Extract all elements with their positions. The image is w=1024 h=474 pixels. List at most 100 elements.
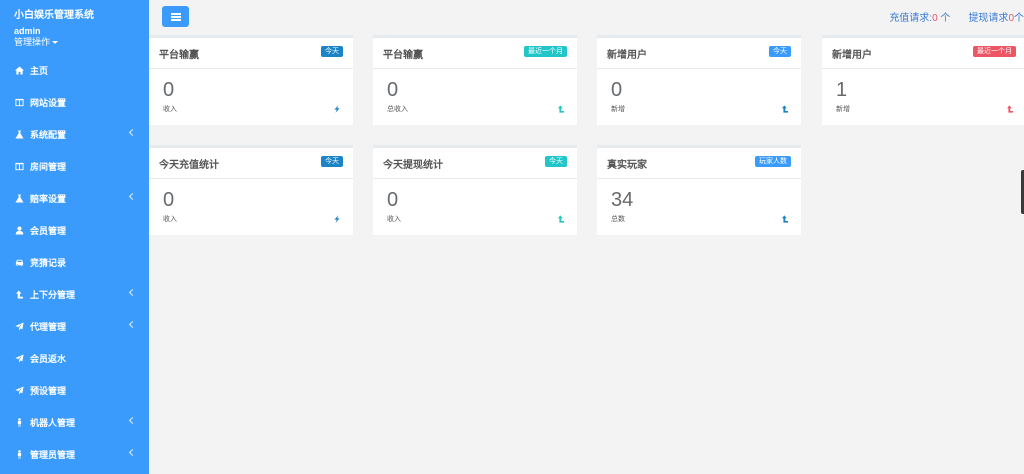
chevron-left-icon [128, 128, 137, 137]
withdraw-unit: 个 [1014, 13, 1024, 24]
card-badge: 今天 [321, 46, 343, 57]
user-icon [15, 225, 24, 235]
card-badge: 今天 [769, 46, 791, 57]
admin-ops-label: 管理操作 [14, 37, 51, 47]
card-value: 0 [163, 79, 175, 101]
card-header: 今天提现统计 今天 [373, 148, 577, 179]
caret-down-icon [52, 41, 59, 45]
flask-icon [15, 193, 24, 203]
card-header: 新增用户 今天 [597, 38, 801, 69]
sidebar-item-2[interactable]: 网站设置 [0, 86, 149, 118]
card-subtitle: 新增 [836, 106, 850, 113]
card-title: 今天充值统计 [159, 160, 219, 171]
male-icon [15, 417, 24, 427]
paper-plane-icon [15, 321, 24, 331]
sidebar-item-13[interactable]: 管理员管理 [0, 438, 149, 470]
sidebar-item-6[interactable]: 会员管理 [0, 214, 149, 246]
card-header: 今天充值统计 今天 [149, 148, 353, 179]
sidebar-item-label: 管理员管理 [30, 449, 76, 460]
level-up-icon [557, 101, 565, 113]
sidebar-item-4[interactable]: 房间管理 [0, 150, 149, 182]
level-up-icon [781, 101, 789, 113]
recharge-label: 充值请求: [889, 13, 933, 24]
stat-card: 今天充值统计 今天 0 收入 [149, 145, 353, 235]
flask-icon [15, 129, 24, 139]
card-header: 真实玩家 玩家人数 [597, 148, 801, 179]
card-title: 今天提现统计 [383, 160, 443, 171]
chevron-left-icon [128, 288, 137, 297]
username: admin [14, 26, 41, 36]
sidebar-item-label: 预设管理 [30, 385, 67, 396]
withdraw-label: 提现请求 [968, 13, 1009, 24]
card-value: 0 [387, 79, 399, 101]
sidebar-item-label: 会员管理 [30, 225, 67, 236]
sidebar-nav: 主页网站设置系统配置房间管理赔率设置会员管理竞猜记录上下分管理代理管理会员返水预… [0, 54, 149, 470]
sidebar-item-label: 房间管理 [30, 161, 67, 172]
level-up-icon [781, 211, 789, 223]
chevron-left-icon [128, 416, 137, 425]
stat-card: 新增用户 最近一个月 1 新增 [822, 35, 1024, 125]
stat-card: 今天提现统计 今天 0 收入 [373, 145, 577, 235]
recharge-requests-link[interactable]: 充值请求:0 个 [889, 13, 950, 24]
menu-toggle-button[interactable] [162, 6, 189, 27]
sidebar-item-5[interactable]: 赔率设置 [0, 182, 149, 214]
bolt-icon [333, 211, 341, 223]
paper-plane-icon [15, 385, 24, 395]
level-up-icon [15, 289, 24, 299]
home-icon [15, 65, 24, 75]
sidebar-item-10[interactable]: 会员返水 [0, 342, 149, 374]
sidebar-item-12[interactable]: 机器人管理 [0, 406, 149, 438]
card-subtitle: 收入 [163, 216, 177, 223]
sidebar-item-label: 竞猜记录 [30, 257, 67, 268]
card-title: 平台输赢 [383, 50, 423, 61]
recharge-unit: 个 [937, 13, 951, 24]
admin-ops-dropdown[interactable]: 管理操作 [14, 37, 149, 48]
card-badge: 玩家人数 [755, 156, 791, 167]
paper-plane-icon [15, 353, 24, 363]
withdraw-requests-link[interactable]: 提现请求0个 [968, 13, 1024, 24]
card-value: 0 [163, 189, 175, 211]
card-value: 34 [611, 189, 634, 211]
card-subtitle: 收入 [387, 216, 401, 223]
chevron-left-icon [128, 320, 137, 329]
card-subtitle: 总数 [611, 216, 625, 223]
level-up-icon [1006, 101, 1014, 113]
brand: 小白娱乐管理系统 admin 管理操作 [0, 0, 149, 48]
card-badge: 今天 [321, 156, 343, 167]
sidebar-item-3[interactable]: 系统配置 [0, 118, 149, 150]
car-icon [15, 258, 24, 267]
sidebar-item-label: 网站设置 [30, 97, 67, 108]
sidebar-item-label: 主页 [30, 65, 49, 76]
sidebar-item-8[interactable]: 上下分管理 [0, 278, 149, 310]
sidebar-item-label: 赔率设置 [30, 193, 67, 204]
sidebar-item-7[interactable]: 竞猜记录 [0, 246, 149, 278]
sidebar-item-label: 机器人管理 [30, 417, 76, 428]
sidebar-item-label: 代理管理 [30, 321, 67, 332]
columns-icon [15, 162, 24, 171]
card-header: 平台输赢 最近一个月 [373, 38, 577, 69]
sidebar-item-1[interactable]: 主页 [0, 54, 149, 86]
sidebar: 小白娱乐管理系统 admin 管理操作 主页网站设置系统配置房间管理赔率设置会员… [0, 0, 149, 474]
card-header: 新增用户 最近一个月 [822, 38, 1024, 69]
stat-card: 新增用户 今天 0 新增 [597, 35, 801, 125]
level-up-icon [557, 211, 565, 223]
sidebar-item-9[interactable]: 代理管理 [0, 310, 149, 342]
bolt-icon [333, 101, 341, 113]
card-subtitle: 新增 [611, 106, 625, 113]
card-badge: 今天 [545, 156, 567, 167]
card-value: 0 [611, 79, 623, 101]
card-value: 1 [836, 79, 848, 101]
stat-card: 平台输赢 最近一个月 0 总收入 [373, 35, 577, 125]
card-subtitle: 收入 [163, 106, 177, 113]
stat-card: 真实玩家 玩家人数 34 总数 [597, 145, 801, 235]
sidebar-item-label: 会员返水 [30, 353, 67, 364]
male-icon [15, 449, 24, 459]
chevron-left-icon [128, 448, 137, 457]
card-badge: 最近一个月 [524, 46, 567, 57]
brand-title: 小白娱乐管理系统 [14, 10, 94, 21]
sidebar-item-label: 系统配置 [30, 129, 67, 140]
card-title: 新增用户 [832, 50, 872, 61]
card-title: 新增用户 [607, 50, 647, 61]
sidebar-item-11[interactable]: 预设管理 [0, 374, 149, 406]
stat-card: 平台输赢 今天 0 收入 [149, 35, 353, 125]
